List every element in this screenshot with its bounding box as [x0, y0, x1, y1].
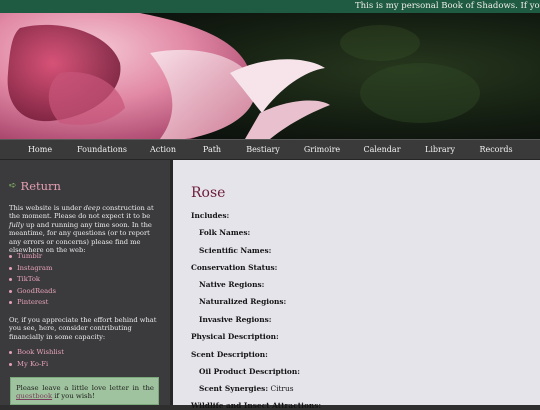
field-label: Conservation Status:	[191, 263, 278, 272]
intro-emphasis: deep	[83, 204, 101, 212]
field-label: Scientific Names:	[199, 246, 272, 255]
return-link[interactable]: ➪ Return	[9, 179, 61, 193]
field-oil-product-description: Oil Product Description:	[199, 367, 300, 376]
construction-notice: This website is under deep construction …	[9, 204, 160, 254]
field-scent-synergies: Scent Synergies: Citrus	[199, 384, 294, 393]
field-label: Naturalized Regions:	[199, 297, 287, 306]
field-includes: Includes:	[191, 211, 229, 220]
intro-emphasis-2: fully	[9, 220, 24, 229]
field-wildlife-insect-attractions: Wildlife and Insect Attractions:	[191, 401, 321, 410]
nav-grimoire[interactable]: Grimoire	[304, 140, 340, 159]
return-label: Return	[20, 179, 61, 193]
nav-home[interactable]: Home	[28, 140, 52, 159]
nav-library[interactable]: Library	[425, 140, 455, 159]
link-goodreads[interactable]: GoodReads	[9, 287, 56, 295]
nav-path[interactable]: Path	[203, 140, 221, 159]
link-ko-fi[interactable]: My Ko-Fi	[8, 360, 48, 368]
notice-text: Please leave a little love letter in the	[16, 384, 154, 392]
intro-text: This website is under	[9, 204, 84, 212]
nav-bestiary[interactable]: Bestiary	[246, 140, 280, 159]
field-value: Citrus	[270, 384, 294, 393]
guestbook-notice: Please leave a little love letter in the…	[10, 377, 159, 405]
nav-records[interactable]: Records	[479, 140, 512, 159]
link-instagram[interactable]: Instagram	[8, 264, 52, 272]
field-scent-description: Scent Description:	[191, 350, 268, 359]
main-nav: Home Foundations Action Path Bestiary Gr…	[0, 139, 540, 160]
link-tumblr[interactable]: Tumblr	[8, 252, 42, 260]
marquee-bar: This is my personal Book of Shadows. If …	[0, 0, 540, 13]
field-label: Scent Synergies:	[199, 384, 269, 393]
field-physical-description: Physical Description:	[191, 332, 279, 341]
field-label: Invasive Regions:	[199, 315, 272, 324]
marquee-text: This is my personal Book of Shadows. If …	[355, 1, 540, 11]
field-label: Includes:	[191, 211, 230, 220]
field-label: Native Regions:	[199, 280, 265, 289]
arrow-left-icon: ➪	[9, 181, 17, 191]
nav-foundations[interactable]: Foundations	[77, 140, 127, 159]
field-conservation-status: Conservation Status:	[191, 263, 277, 272]
field-label: Folk Names:	[199, 228, 251, 237]
page-title: Rose	[191, 185, 226, 201]
nav-action[interactable]: Action	[150, 140, 176, 159]
nav-calendar[interactable]: Calendar	[363, 140, 400, 159]
field-scientific-names: Scientific Names:	[199, 246, 271, 255]
field-native-regions: Native Regions:	[199, 280, 264, 289]
rose-photo	[0, 13, 540, 139]
link-book-wishlist[interactable]: Book Wishlist	[9, 348, 64, 356]
link-pinterest[interactable]: Pinterest	[8, 298, 48, 306]
field-invasive-regions: Invasive Regions:	[199, 315, 271, 324]
field-label: Scent Description:	[191, 350, 268, 359]
link-tiktok[interactable]: TikTok	[8, 275, 40, 283]
field-folk-names: Folk Names:	[199, 228, 250, 237]
field-naturalized-regions: Naturalized Regions:	[199, 297, 286, 306]
notice-text-end: if you wish!	[52, 392, 95, 401]
guestbook-link[interactable]: guestbook	[16, 392, 52, 400]
field-label: Wildlife and Insect Attractions:	[191, 401, 322, 410]
support-text: Or, if you appreciate the effort behind …	[9, 316, 157, 341]
field-label: Physical Description:	[191, 332, 279, 341]
field-label: Oil Product Description:	[199, 367, 300, 376]
intro-text-end: up and running any time soon. In the mea…	[9, 220, 152, 255]
header-banner-image	[0, 13, 540, 139]
